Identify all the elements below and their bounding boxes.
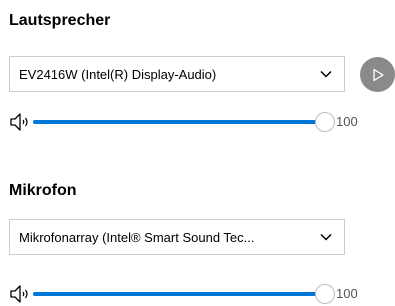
speaker-device-dropdown[interactable]: EV2416W (Intel(R) Display-Audio) bbox=[9, 56, 345, 92]
microphone-volume-slider[interactable] bbox=[33, 282, 335, 306]
chevron-down-icon bbox=[308, 57, 344, 91]
sound-settings-panel: Lautsprecher EV2416W (Intel(R) Display-A… bbox=[0, 0, 395, 306]
play-icon bbox=[371, 68, 385, 82]
speaker-volume-value: 100 bbox=[336, 114, 358, 129]
microphone-volume-value: 100 bbox=[336, 286, 358, 301]
speaker-volume-fill bbox=[33, 120, 325, 124]
microphone-level-icon bbox=[9, 284, 31, 304]
chevron-down-icon bbox=[308, 220, 344, 254]
microphone-volume-row: 100 bbox=[9, 282, 389, 306]
speaker-icon[interactable] bbox=[9, 112, 31, 132]
speaker-device-value: EV2416W (Intel(R) Display-Audio) bbox=[19, 66, 217, 82]
speaker-volume-row: 100 bbox=[9, 110, 389, 134]
microphone-device-dropdown[interactable]: Mikrofonarray (Intel® Smart Sound Tec... bbox=[9, 219, 345, 255]
play-test-button[interactable] bbox=[360, 57, 395, 92]
microphone-device-value: Mikrofonarray (Intel® Smart Sound Tec... bbox=[19, 229, 255, 245]
speaker-volume-slider[interactable] bbox=[33, 110, 335, 134]
microphone-section-title: Mikrofon bbox=[9, 182, 77, 199]
microphone-volume-thumb[interactable] bbox=[315, 284, 335, 304]
microphone-volume-fill bbox=[33, 292, 325, 296]
speaker-section-title: Lautsprecher bbox=[9, 12, 111, 29]
speaker-volume-thumb[interactable] bbox=[315, 112, 335, 132]
